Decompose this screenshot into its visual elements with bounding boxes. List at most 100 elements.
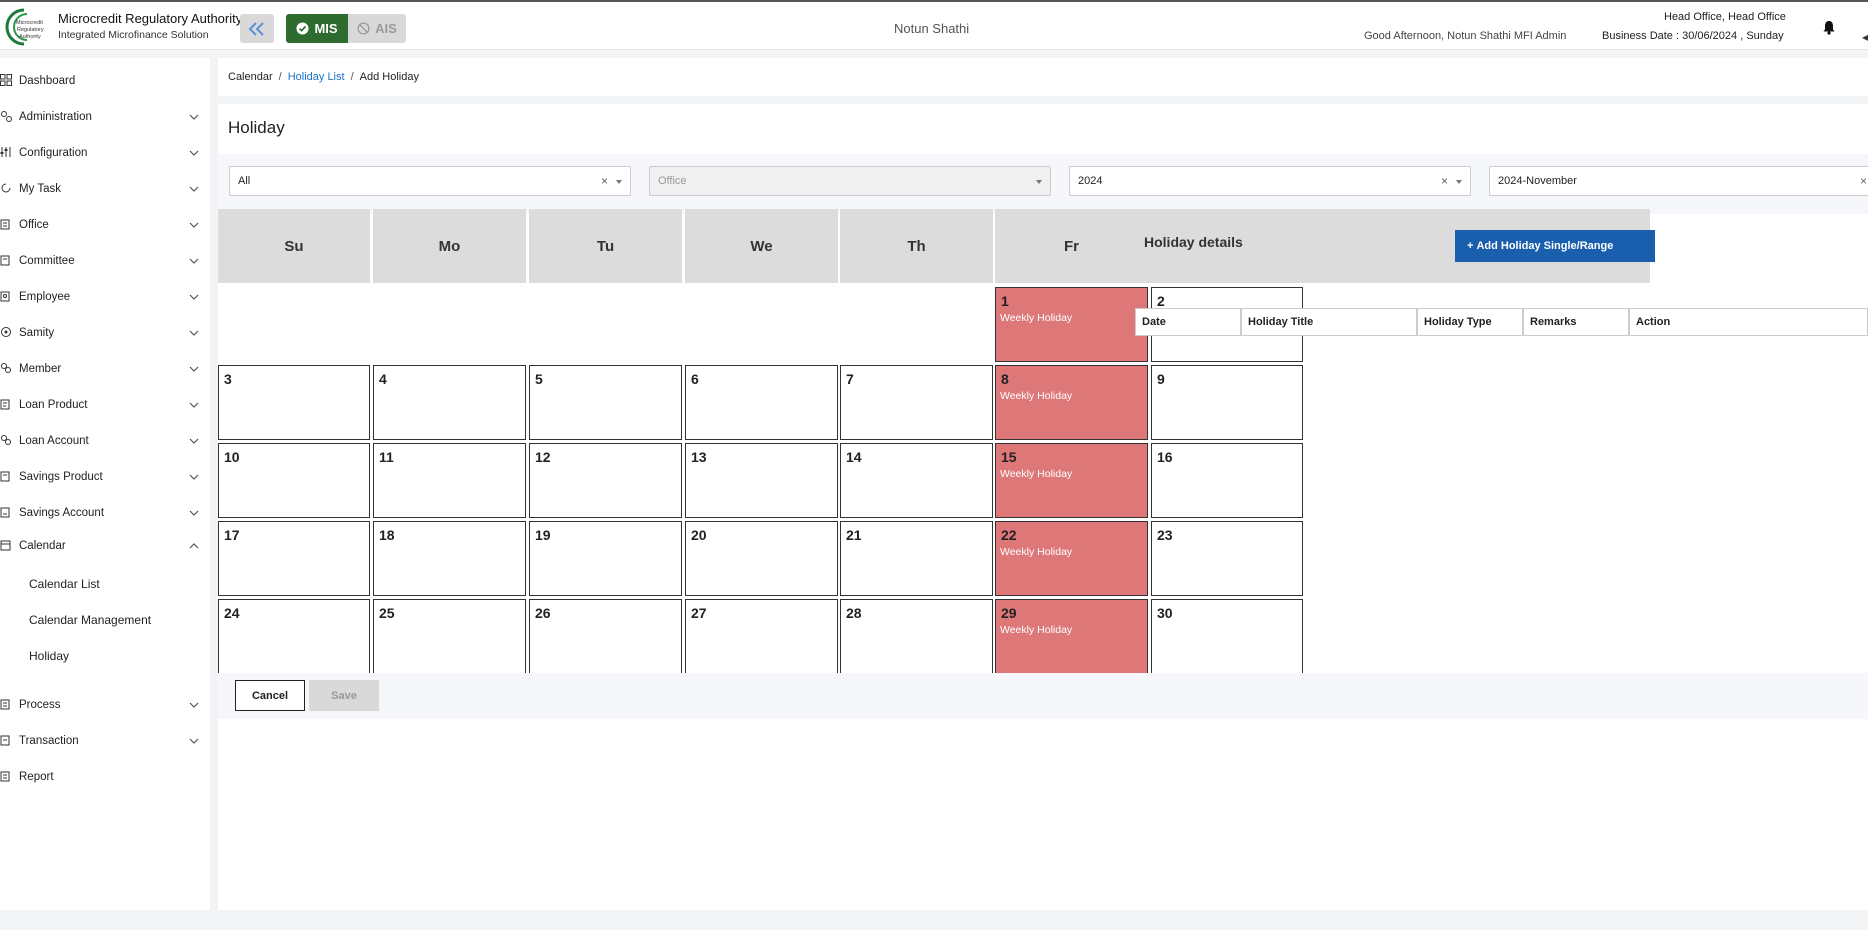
loan-account-icon (1, 435, 11, 445)
sidebar-item-label: My Task (19, 183, 61, 195)
sidebar-item-report[interactable]: Report (0, 763, 210, 791)
breadcrumb-separator: / (350, 71, 354, 83)
sidebar-subitem-calendar-management[interactable]: Calendar Management (29, 613, 151, 627)
year-select[interactable]: 2024 × (1069, 166, 1471, 196)
calendar-day[interactable]: 22 Weekly Holiday (995, 521, 1148, 596)
sidebar-item-administration[interactable]: Administration (0, 103, 210, 131)
calendar-day[interactable]: 19 (529, 521, 682, 596)
employee-icon (0, 291, 10, 302)
calendar-day[interactable]: 5 (529, 365, 682, 440)
chevron-down-icon (189, 222, 199, 228)
calendar-day[interactable]: 30 (1151, 599, 1303, 674)
sidebar-item-label: Loan Product (19, 399, 88, 411)
double-chevron-left-icon (248, 21, 264, 36)
calendar-day[interactable]: 14 (840, 443, 993, 518)
mode-ais-button[interactable]: AIS (348, 14, 406, 43)
calendar-day[interactable]: 10 (218, 443, 370, 518)
svg-text:Microcredit: Microcredit (16, 20, 43, 26)
office-selector[interactable]: Head Office, Head Office (1664, 11, 1786, 23)
sidebar-item-label: Transaction (19, 735, 79, 747)
office-select[interactable]: Office (649, 166, 1051, 196)
sidebar-item-member[interactable]: Member (0, 355, 210, 383)
sidebar-item-transaction[interactable]: Transaction (0, 727, 210, 755)
office-icon (0, 219, 10, 230)
calendar-day[interactable]: 26 (529, 599, 682, 674)
breadcrumb-holiday-list[interactable]: Holiday List (288, 71, 345, 83)
blocked-icon (357, 22, 370, 35)
calendar-day[interactable]: 1 Weekly Holiday (995, 287, 1148, 362)
clear-icon[interactable]: × (601, 174, 608, 188)
breadcrumb-current: Add Holiday (359, 71, 419, 83)
mode-mis-label: MIS (314, 21, 338, 36)
calendar-day[interactable]: 25 (373, 599, 526, 674)
month-value: 2024-November (1498, 175, 1577, 187)
calendar-day[interactable]: 28 (840, 599, 993, 674)
logout-icon[interactable]: ◂ (1862, 30, 1868, 44)
calendar-day[interactable]: 8 Weekly Holiday (995, 365, 1148, 440)
sidebar-item-loan-product[interactable]: Loan Product (0, 391, 210, 419)
weekday-header-tu: Tu (529, 209, 682, 283)
sidebar-item-samity[interactable]: Samity (0, 319, 210, 347)
weekday-header-th: Th (840, 209, 993, 283)
calendar-day[interactable]: 21 (840, 521, 993, 596)
add-holiday-button[interactable]: + Add Holiday Single/Range (1455, 230, 1655, 262)
chevron-down-icon (189, 702, 199, 708)
sidebar-item-dashboard[interactable]: Dashboard (0, 67, 210, 95)
calendar-day[interactable]: 24 (218, 599, 370, 674)
calendar-day[interactable]: 13 (685, 443, 838, 518)
calendar-day[interactable]: 16 (1151, 443, 1303, 518)
holiday-type-select[interactable]: All × (229, 166, 631, 196)
chevron-down-icon (189, 738, 199, 744)
month-select[interactable]: 2024-November × (1489, 166, 1868, 196)
sidebar-item-label: Loan Account (19, 435, 89, 447)
savings-product-icon (0, 471, 10, 482)
chevron-down-icon (189, 258, 199, 264)
calendar-day[interactable]: 9 (1151, 365, 1303, 440)
calendar-day[interactable]: 4 (373, 365, 526, 440)
member-icon (1, 363, 11, 373)
calendar-day[interactable]: 7 (840, 365, 993, 440)
calendar-day[interactable]: 29 Weekly Holiday (995, 599, 1148, 674)
chevron-down-icon (189, 186, 199, 192)
sidebar-subitem-holiday[interactable]: Holiday (29, 649, 69, 663)
sidebar-item-configuration[interactable]: Configuration (0, 139, 210, 167)
sidebar-item-process[interactable]: Process (0, 691, 210, 719)
sidebar-collapse-button[interactable] (240, 14, 274, 43)
calendar-day[interactable]: 18 (373, 521, 526, 596)
sidebar-subitem-calendar-list[interactable]: Calendar List (29, 577, 100, 591)
calendar-day[interactable]: 3 (218, 365, 370, 440)
calendar-day[interactable]: 6 (685, 365, 838, 440)
save-button[interactable]: Save (309, 680, 379, 711)
calendar-day[interactable]: 15 Weekly Holiday (995, 443, 1148, 518)
chevron-down-icon (189, 510, 199, 516)
samity-icon (1, 327, 11, 337)
sidebar-item-my-task[interactable]: My Task (0, 175, 210, 203)
calendar-day[interactable]: 12 (529, 443, 682, 518)
mode-mis-button[interactable]: MIS (286, 14, 348, 43)
report-icon (0, 771, 10, 782)
sidebar-item-office[interactable]: Office (0, 211, 210, 239)
notification-bell-icon[interactable] (1822, 20, 1836, 35)
calendar-day[interactable]: 11 (373, 443, 526, 518)
chevron-down-icon (189, 330, 199, 336)
sidebar-item-loan-account[interactable]: Loan Account (0, 427, 210, 455)
sidebar-item-label: Report (19, 771, 54, 783)
calendar-day[interactable]: 27 (685, 599, 838, 674)
clear-icon[interactable]: × (1860, 174, 1867, 188)
calendar-day[interactable]: 17 (218, 521, 370, 596)
sidebar-item-savings-product[interactable]: Savings Product (0, 463, 210, 491)
svg-text:Regulatory: Regulatory (17, 27, 44, 33)
cancel-button[interactable]: Cancel (235, 680, 305, 711)
plus-icon: + (1467, 240, 1474, 252)
calendar-day[interactable]: 20 (685, 521, 838, 596)
committee-icon (0, 255, 10, 266)
calendar-day[interactable]: 23 (1151, 521, 1303, 596)
sidebar-item-savings-account[interactable]: Savings Account (0, 499, 210, 527)
clear-icon[interactable]: × (1441, 174, 1448, 188)
sidebar-item-calendar[interactable]: Calendar (0, 532, 210, 560)
sidebar-item-committee[interactable]: Committee (0, 247, 210, 275)
breadcrumb-separator: / (278, 71, 282, 83)
breadcrumb-calendar[interactable]: Calendar (228, 71, 273, 83)
dashboard-icon (0, 74, 12, 86)
sidebar-item-employee[interactable]: Employee (0, 283, 210, 311)
